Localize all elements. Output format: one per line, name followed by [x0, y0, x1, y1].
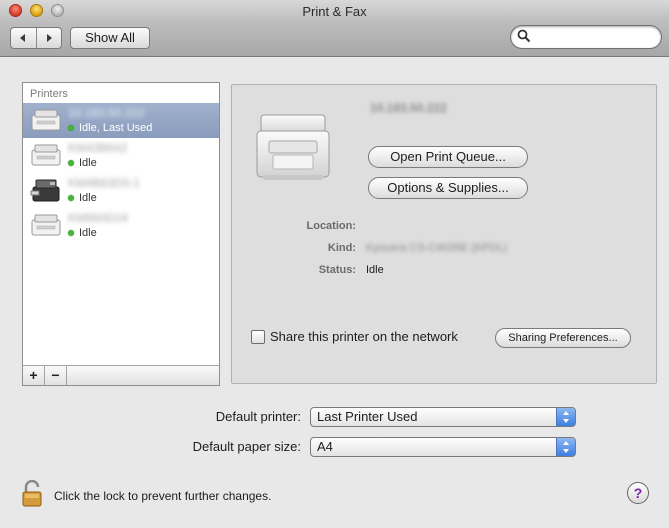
printer-status: Idle: [68, 227, 97, 239]
status-value: Idle: [366, 264, 384, 276]
search-input[interactable]: [535, 28, 657, 46]
forward-button[interactable]: [35, 28, 62, 48]
default-paper-size-label: Default paper size:: [192, 439, 301, 454]
printer-icon: [31, 109, 61, 131]
printer-name: KM4B83D0-1: [68, 176, 141, 190]
default-paper-size-value: A4: [317, 439, 333, 454]
printer-row[interactable]: KM43B642 Idle: [23, 138, 219, 173]
printer-status: Idle: [68, 157, 97, 169]
status-label: Status:: [318, 264, 356, 276]
default-paper-size-popup[interactable]: A4: [310, 437, 576, 457]
popup-arrows-icon: [556, 438, 575, 456]
forward-arrow-icon: [46, 34, 52, 42]
status-dot-icon: [68, 195, 74, 201]
printer-large-icon: [256, 114, 330, 180]
share-printer-checkbox[interactable]: [251, 329, 265, 344]
printer-detail-panel: 10.183.50.222 Open Print Queue... Option…: [231, 84, 657, 384]
kind-value: Kyocera CS-C4035E (KPDL): [366, 242, 508, 254]
help-button[interactable]: ?: [627, 482, 649, 504]
printer-status: Idle: [68, 192, 97, 204]
open-print-queue-button[interactable]: Open Print Queue...: [368, 146, 528, 168]
share-printer-label: Share this printer on the network: [270, 329, 458, 344]
options-supplies-button[interactable]: Options & Supplies...: [368, 177, 528, 199]
printer-title: 10.183.50.222: [370, 101, 447, 115]
back-button[interactable]: [11, 28, 36, 48]
status-dot-icon: [68, 160, 74, 166]
lock-icon[interactable]: [20, 480, 46, 508]
printer-row[interactable]: KM660D24 Idle: [23, 208, 219, 243]
printer-row[interactable]: KM4B83D0-1 Idle: [23, 173, 219, 208]
search-field[interactable]: [510, 25, 662, 49]
default-printer-label: Default printer:: [215, 409, 301, 424]
search-icon: [517, 29, 531, 43]
printers-list-header: Printers: [30, 88, 68, 100]
multifunction-printer-icon: [30, 179, 60, 202]
default-printer-popup[interactable]: Last Printer Used: [310, 407, 576, 427]
show-all-button[interactable]: Show All: [70, 27, 150, 49]
kind-label: Kind:: [327, 242, 356, 254]
share-printer-option[interactable]: Share this printer on the network: [251, 329, 458, 344]
lock-message: Click the lock to prevent further change…: [54, 489, 272, 503]
printers-list-footer: + −: [23, 365, 219, 385]
toolbar: Show All: [0, 22, 669, 57]
printer-name: KM660D24: [68, 211, 129, 225]
printer-status-text: Idle, Last Used: [79, 122, 153, 134]
printer-name: 10.183.50.222: [68, 106, 145, 120]
printer-status: Idle, Last Used: [68, 122, 152, 134]
printer-status-text: Idle: [79, 157, 97, 169]
add-printer-button[interactable]: +: [23, 366, 45, 385]
printer-status-text: Idle: [79, 227, 97, 239]
printer-icon: [31, 214, 61, 236]
title-bar: Print & Fax: [0, 0, 669, 22]
printer-row[interactable]: 10.183.50.222 Idle, Last Used: [23, 103, 219, 138]
location-label: Location:: [306, 220, 357, 232]
window-title: Print & Fax: [302, 4, 367, 19]
default-printer-value: Last Printer Used: [317, 409, 418, 424]
nav-button-group: [10, 27, 62, 49]
remove-printer-button[interactable]: −: [45, 366, 67, 385]
status-dot-icon: [68, 125, 74, 131]
printer-status-text: Idle: [79, 192, 97, 204]
status-dot-icon: [68, 230, 74, 236]
printer-name: KM43B642: [68, 141, 128, 155]
sharing-preferences-button[interactable]: Sharing Preferences...: [495, 328, 631, 348]
popup-arrows-icon: [556, 408, 575, 426]
back-arrow-icon: [20, 34, 26, 42]
printer-icon: [31, 144, 61, 166]
printers-list[interactable]: Printers 10.183.50.222 Idle, Last Used K…: [22, 82, 220, 386]
